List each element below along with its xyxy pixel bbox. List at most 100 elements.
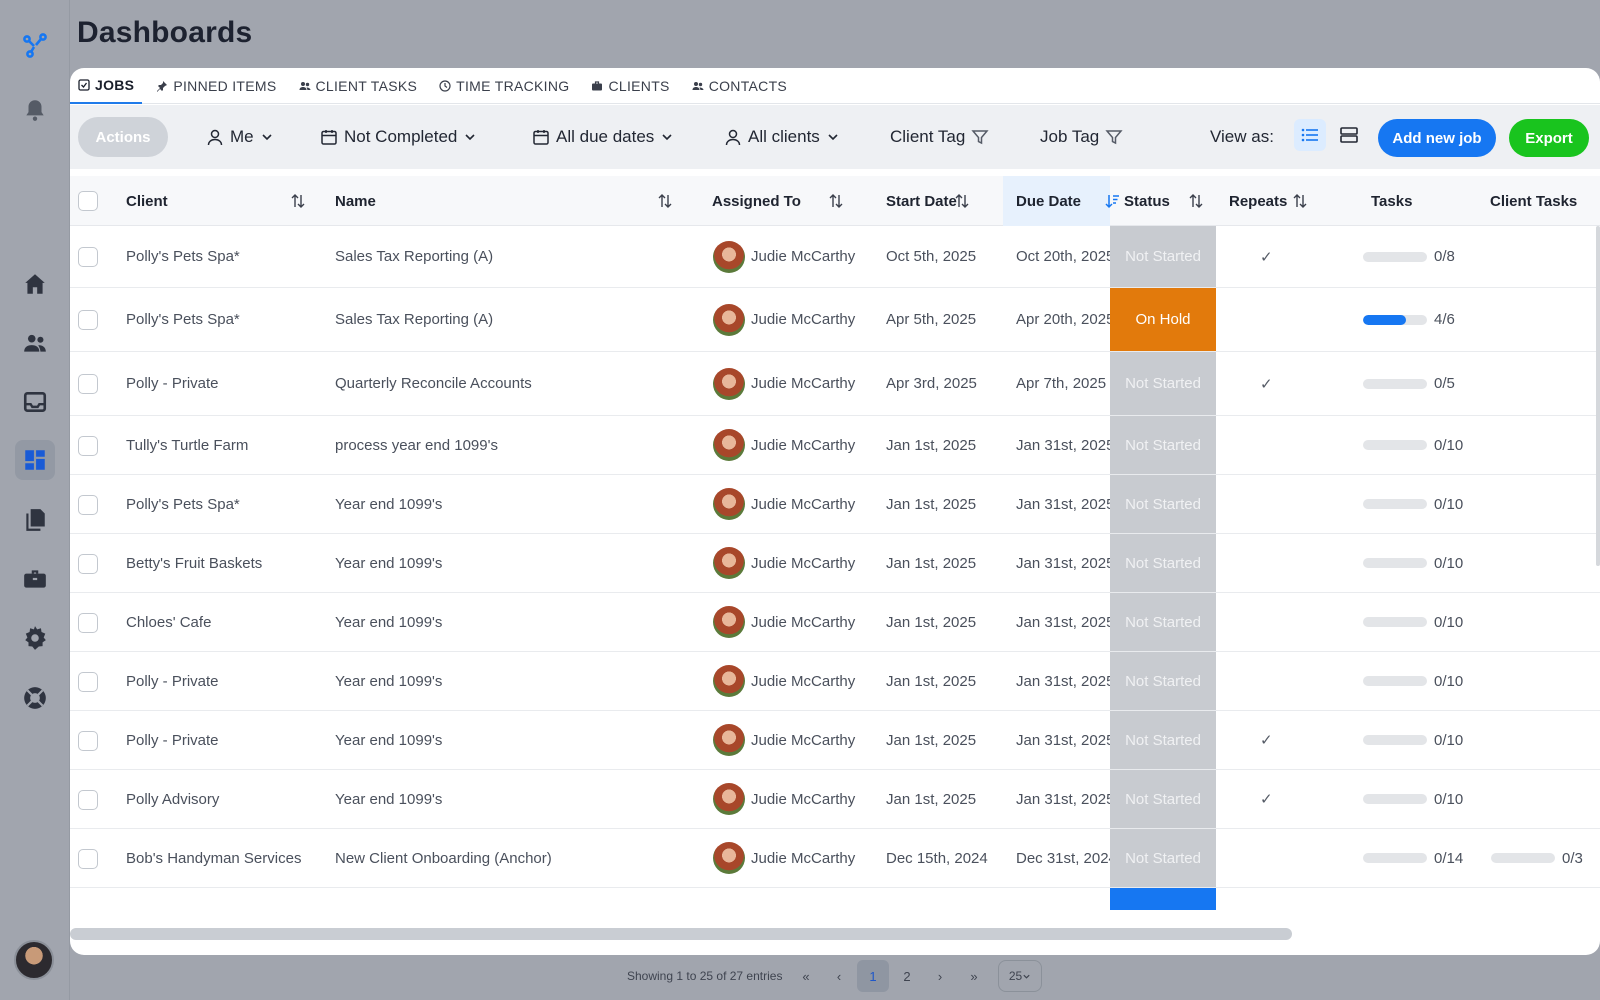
bell-icon[interactable] — [15, 90, 55, 130]
tab-time-tracking[interactable]: TIME TRACKING — [431, 68, 577, 104]
due-date-filter[interactable]: All due dates — [532, 117, 674, 157]
row-checkbox[interactable] — [78, 247, 98, 267]
table-row[interactable]: Polly - Private Year end 1099's Judie McCa… — [70, 711, 1600, 770]
job-name-cell[interactable]: New Client Onboarding (Anchor) — [335, 829, 552, 887]
column-due-date[interactable]: Due Date — [1003, 176, 1110, 226]
table-row[interactable]: Bob's Handyman Services New Client Onboar… — [70, 829, 1600, 888]
column-client-tasks[interactable]: Client Tasks — [1490, 176, 1600, 226]
job-name-cell[interactable]: Quarterly Reconcile Accounts — [335, 352, 532, 415]
select-all-checkbox[interactable] — [78, 191, 98, 211]
prev-page-button[interactable]: ‹ — [823, 960, 855, 992]
job-name-cell[interactable]: Year end 1099's — [335, 711, 442, 769]
status-badge[interactable]: Not Started — [1110, 226, 1216, 287]
job-name-cell[interactable]: Year end 1099's — [335, 593, 442, 651]
status-badge[interactable]: Not Started — [1110, 416, 1216, 474]
page-2-button[interactable]: 2 — [891, 960, 923, 992]
add-new-job-button[interactable]: Add new job — [1378, 119, 1496, 157]
status-filter[interactable]: Not Completed — [320, 117, 477, 157]
table-row[interactable]: Betty's Fruit Baskets Year end 1099's Judi… — [70, 534, 1600, 593]
client-cell[interactable]: Polly - Private — [126, 652, 219, 710]
table-row[interactable]: Polly Advisory Year end 1099's Judie McCar… — [70, 770, 1600, 829]
inbox-icon[interactable] — [15, 382, 55, 422]
job-name-cell[interactable]: Year end 1099's — [335, 652, 442, 710]
tab-pinned-items[interactable]: PINNED ITEMS — [148, 68, 284, 104]
table-row[interactable]: Tully's Turtle Farm process year end 1099… — [70, 416, 1600, 475]
row-checkbox[interactable] — [78, 848, 98, 869]
column-name[interactable]: Name — [335, 176, 665, 226]
table-row-partial[interactable] — [70, 888, 1600, 910]
job-name-cell[interactable]: Sales Tax Reporting (A) — [335, 288, 493, 351]
gear-icon[interactable] — [15, 618, 55, 658]
row-checkbox[interactable] — [78, 730, 98, 751]
last-page-button[interactable]: » — [958, 960, 990, 992]
sort-icon[interactable] — [1292, 193, 1308, 209]
row-checkbox[interactable] — [78, 310, 98, 330]
job-name-cell[interactable]: Year end 1099's — [335, 534, 442, 592]
client-cell[interactable]: Polly Advisory — [126, 770, 219, 828]
horizontal-scrollbar[interactable] — [70, 928, 1292, 940]
table-row[interactable]: Polly - Private Year end 1099's Judie McCa… — [70, 652, 1600, 711]
sort-icon[interactable] — [657, 193, 673, 209]
client-filter[interactable]: All clients — [724, 117, 840, 157]
sort-icon[interactable] — [828, 193, 844, 209]
column-tasks[interactable]: Tasks — [1371, 176, 1451, 226]
row-checkbox[interactable] — [78, 374, 98, 394]
client-cell[interactable]: Chloes' Cafe — [126, 593, 211, 651]
client-cell[interactable]: Tully's Turtle Farm — [126, 416, 248, 474]
status-badge[interactable] — [1110, 888, 1216, 910]
documents-icon[interactable] — [15, 500, 55, 540]
logo-icon[interactable] — [15, 26, 55, 66]
job-name-cell[interactable]: Year end 1099's — [335, 770, 442, 828]
client-cell[interactable]: Polly's Pets Spa* — [126, 288, 240, 351]
job-name-cell[interactable]: Sales Tax Reporting (A) — [335, 226, 493, 287]
tab-client-tasks[interactable]: CLIENT TASKS — [291, 68, 426, 104]
status-badge[interactable]: Not Started — [1110, 829, 1216, 887]
tab-clients[interactable]: CLIENTS — [583, 68, 677, 104]
next-page-button[interactable]: › — [924, 960, 956, 992]
client-cell[interactable]: Betty's Fruit Baskets — [126, 534, 262, 592]
client-cell[interactable]: Polly's Pets Spa* — [126, 475, 240, 533]
status-badge[interactable]: Not Started — [1110, 711, 1216, 769]
row-checkbox[interactable] — [78, 494, 98, 515]
first-page-button[interactable]: « — [790, 960, 822, 992]
client-cell[interactable]: Bob's Handyman Services — [126, 829, 301, 887]
page-1-button[interactable]: 1 — [857, 960, 889, 992]
row-checkbox[interactable] — [78, 553, 98, 574]
job-name-cell[interactable]: Year end 1099's — [335, 475, 442, 533]
briefcase-icon[interactable] — [15, 559, 55, 599]
row-checkbox[interactable] — [78, 612, 98, 633]
home-icon[interactable] — [15, 264, 55, 304]
card-view-button[interactable] — [1333, 119, 1365, 151]
status-badge[interactable]: Not Started — [1110, 475, 1216, 533]
sort-icon[interactable] — [290, 193, 306, 209]
users-icon[interactable] — [15, 323, 55, 363]
vertical-scrollbar[interactable] — [1596, 226, 1600, 566]
table-row[interactable]: Polly - Private Quarterly Reconcile Accou… — [70, 352, 1600, 416]
tab-contacts[interactable]: CONTACTS — [684, 68, 795, 104]
status-badge[interactable]: Not Started — [1110, 770, 1216, 828]
row-checkbox[interactable] — [78, 435, 98, 456]
sort-icon[interactable] — [954, 193, 970, 209]
sort-desc-icon[interactable] — [1104, 193, 1120, 209]
export-button[interactable]: Export — [1509, 119, 1589, 157]
column-client[interactable]: Client — [126, 176, 316, 226]
assignee-filter[interactable]: Me — [206, 117, 274, 157]
row-checkbox[interactable] — [78, 789, 98, 810]
tab-jobs[interactable]: JOBS — [70, 68, 143, 104]
column-start-date[interactable]: Start Date — [886, 176, 986, 226]
table-row[interactable]: Polly's Pets Spa* Sales Tax Reporting (A)… — [70, 226, 1600, 288]
actions-button[interactable]: Actions — [78, 117, 168, 157]
table-row[interactable]: Chloes' Cafe Year end 1099's Judie McCarth… — [70, 593, 1600, 652]
status-badge[interactable]: Not Started — [1110, 352, 1216, 415]
table-row[interactable]: Polly's Pets Spa* Sales Tax Reporting (A)… — [70, 288, 1600, 352]
client-cell[interactable]: Polly - Private — [126, 711, 219, 769]
dashboard-icon[interactable] — [15, 440, 55, 480]
job-tag-filter[interactable]: Job Tag — [1040, 117, 1123, 157]
table-row[interactable]: Polly's Pets Spa* Year end 1099's Judie Mc… — [70, 475, 1600, 534]
client-cell[interactable]: Polly - Private — [126, 352, 219, 415]
status-badge[interactable]: Not Started — [1110, 534, 1216, 592]
list-view-button[interactable] — [1294, 119, 1326, 151]
status-badge[interactable]: On Hold — [1110, 288, 1216, 351]
page-size-select[interactable]: 25 — [998, 960, 1042, 992]
client-cell[interactable]: Polly's Pets Spa* — [126, 226, 240, 287]
